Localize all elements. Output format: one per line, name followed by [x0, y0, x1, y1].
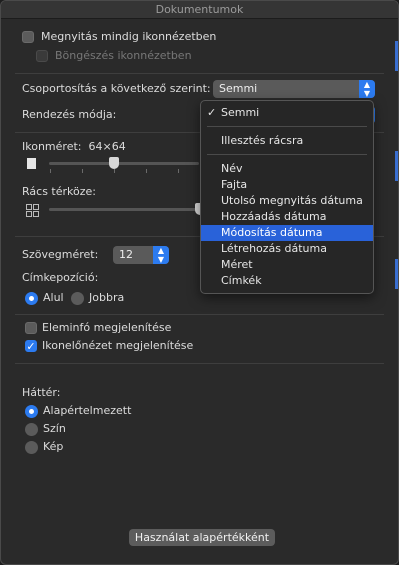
use-as-defaults-button[interactable]: Használat alapértékként [129, 529, 275, 546]
separator [15, 363, 384, 364]
icon-size-slider-knob[interactable] [109, 157, 119, 169]
background-window-edge [395, 259, 398, 289]
label-position-right-radio[interactable] [71, 292, 84, 305]
sort-menu-item-date-added[interactable]: Hozzáadás dátuma [201, 209, 373, 225]
separator [15, 73, 384, 74]
sort-by-label: Rendezés módja: [22, 108, 117, 121]
text-size-value: 12 [119, 248, 133, 261]
sort-menu-item-date-created[interactable]: Létrehozás dátuma [201, 241, 373, 257]
sort-menu-item-date-last-opened[interactable]: Utolsó megnyitás dátuma [201, 193, 373, 209]
browse-icon-label: Böngészés ikonnézetben [55, 49, 192, 62]
always-open-icon-label: Megnyitás mindig ikonnézetben [41, 30, 217, 43]
sort-menu-item-tags[interactable]: Címkék [201, 273, 373, 289]
sort-menu-item-none[interactable]: ✓ Semmi [201, 105, 373, 121]
show-icon-preview-checkbox[interactable]: ✓ [25, 340, 37, 352]
text-size-popup[interactable]: 12 ▲ ▼ [113, 246, 169, 264]
sort-by-menu: ✓ Semmi Illesztés rácsra Név Fajta Utols… [200, 100, 374, 294]
label-position-label: Címkepozíció: [22, 271, 99, 284]
browse-icon-checkbox[interactable] [36, 50, 48, 62]
slider-tick [178, 169, 179, 173]
show-item-info-checkbox[interactable] [25, 322, 37, 334]
background-default-label: Alapértelmezett [43, 404, 132, 417]
group-by-label: Csoportosítás a következő szerint: [22, 82, 211, 95]
background-color-label: Szín [43, 422, 66, 435]
menu-separator [207, 126, 367, 127]
sort-menu-item-snap-to-grid[interactable]: Illesztés rácsra [201, 133, 373, 149]
sort-menu-item-name[interactable]: Név [201, 161, 373, 177]
sort-menu-item-date-modified[interactable]: Módosítás dátuma [201, 225, 373, 241]
label-position-bottom-radio[interactable] [25, 292, 38, 305]
popup-arrows-icon: ▲▼ [153, 246, 169, 264]
icon-size-slider[interactable] [49, 162, 199, 165]
small-document-icon [27, 158, 36, 169]
menu-separator [207, 154, 367, 155]
always-open-icon-checkbox[interactable] [22, 31, 34, 43]
show-icon-preview-label: Ikonelőnézet megjelenítése [42, 339, 194, 352]
separator [15, 314, 384, 315]
checkmark-icon: ✓ [207, 106, 217, 119]
group-by-value: Semmi [219, 82, 258, 95]
checkmark-icon: ✓ [26, 340, 36, 353]
background-default-radio[interactable] [25, 405, 38, 418]
grid-icon [26, 204, 39, 217]
slider-tick [146, 169, 147, 173]
window-title: Dokumentumok [1, 1, 398, 19]
slider-tick [114, 169, 115, 173]
icon-size-label: Ikonméret: 64×64 [22, 140, 126, 153]
sort-menu-item-size[interactable]: Méret [201, 257, 373, 273]
label-position-right-label: Jobbra [89, 291, 125, 304]
show-item-info-label: Eleminfó megjelenítése [42, 321, 172, 334]
background-label: Háttér: [22, 386, 61, 399]
background-picture-label: Kép [43, 440, 64, 453]
grid-spacing-label: Rács térköze: [22, 185, 96, 198]
sort-menu-item-kind[interactable]: Fajta [201, 177, 373, 193]
group-by-popup[interactable]: Semmi ▲ ▼ [213, 80, 375, 98]
slider-tick [50, 169, 51, 173]
background-window-edge [395, 41, 398, 71]
text-size-label: Szövegméret: [22, 248, 99, 261]
background-picture-radio[interactable] [25, 441, 38, 454]
background-color-radio[interactable] [25, 423, 38, 436]
background-window-edge [395, 151, 398, 181]
slider-tick [82, 169, 83, 173]
grid-spacing-slider[interactable] [49, 208, 199, 211]
icon-size-value: 64×64 [88, 140, 126, 153]
popup-arrows-icon: ▲▼ [359, 80, 375, 98]
label-position-bottom-label: Alul [43, 291, 64, 304]
